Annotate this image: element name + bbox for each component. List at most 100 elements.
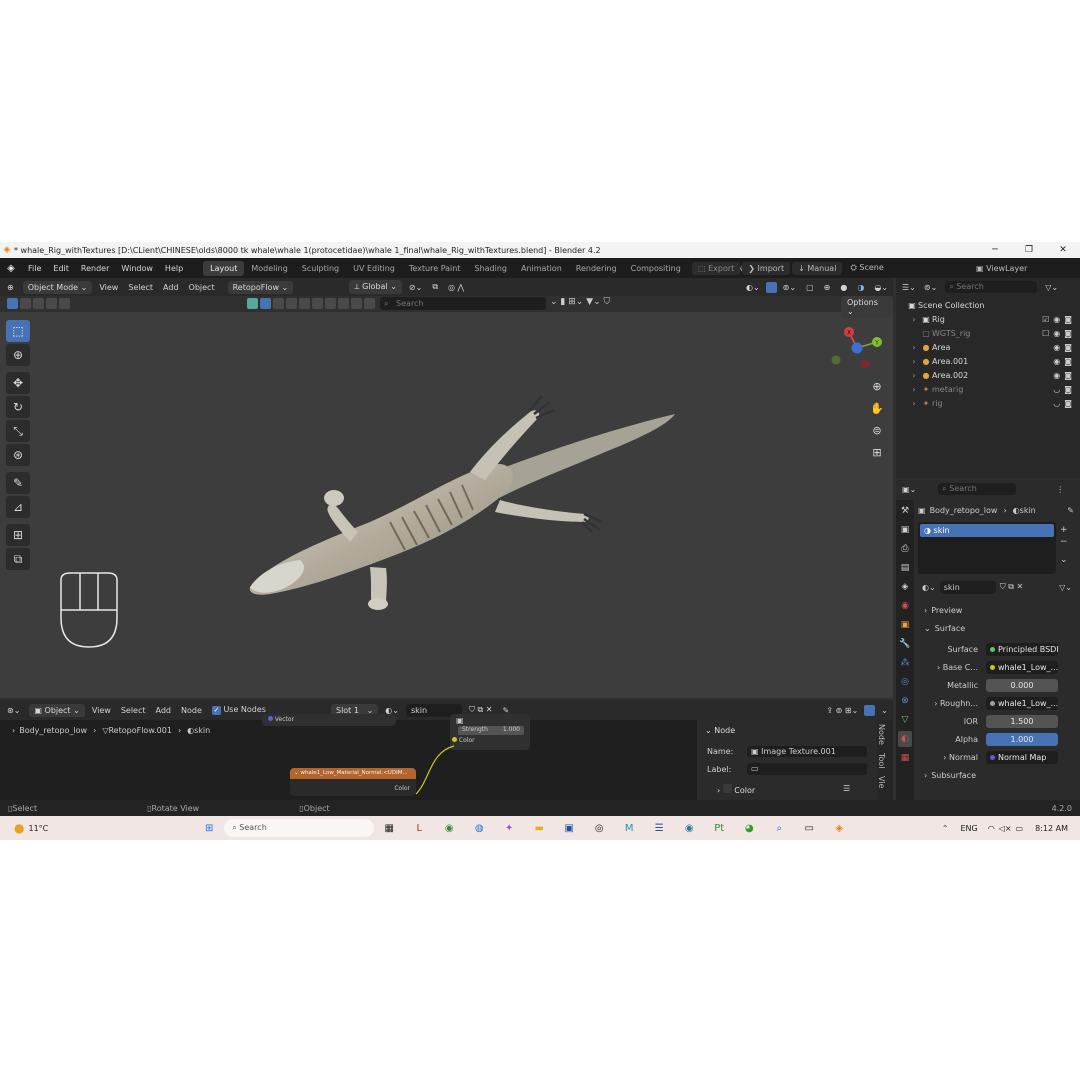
viewport-menu-view[interactable]: View [94,283,123,292]
surface-section[interactable]: ⌄ Surface [914,620,1080,636]
wechat-icon[interactable]: ◕ [738,819,760,837]
weather-temperature[interactable]: 11°C [28,824,48,833]
world-tab-icon[interactable]: ◉ [898,598,912,614]
image-texture-node[interactable]: ⌄ whale1_Low_Material_Normal.<UDIM... Co… [290,768,416,796]
node-label-field[interactable]: ▭ [747,763,867,775]
maya-icon[interactable]: M [618,819,640,837]
material-datablock-field[interactable]: skin [939,580,996,594]
shading-material-icon[interactable]: ◑ [852,283,869,292]
object-tab-icon[interactable]: ▣ [898,617,912,633]
expand-chevron-icon[interactable]: › [908,357,920,366]
expand-chevron-icon[interactable]: › [908,399,920,408]
property-field[interactable]: whale1_Low_... [986,660,1058,674]
node-editor-type-icon[interactable]: ⊛⌄ [2,703,26,717]
weather-icon[interactable]: ● [14,821,24,835]
node-overlay-icons[interactable]: ⇪ ⊚ ⊞⌄ [821,706,863,715]
tab-tool[interactable]: Tool [877,749,886,773]
outliner-search-input[interactable]: ⌕ Search [945,281,1038,293]
list-icon[interactable]: ☰ [843,784,850,793]
gizmo-neg-x-axis[interactable] [860,359,870,369]
texture-color-output[interactable]: Color [394,785,410,792]
retopo-strokes-icon[interactable] [286,298,297,309]
particles-tab-icon[interactable]: ⁂ [898,655,912,671]
steam-icon[interactable]: ◎ [588,819,610,837]
slot-buttons[interactable]: + − ⌄ [1060,524,1068,566]
workspace-tab-sculpting[interactable]: Sculpting [295,261,346,276]
select-box-tool[interactable]: ⬚ [6,320,30,342]
view-layer-tab-icon[interactable]: ▤ [898,560,912,576]
property-field[interactable]: 1.000 [986,732,1058,746]
outliner-row-wgts-rig[interactable]: ▢ WGTS_rig ☐◉◙ [896,326,1080,340]
pin-icon[interactable]: ✎ [1067,506,1080,515]
workspace-tab-shading[interactable]: Shading [467,261,514,276]
visibility-icon[interactable]: ◐⌄ [741,283,765,292]
globe-icon[interactable]: ◉ [678,819,700,837]
visibility-icons[interactable]: ◉◙ [1053,371,1076,380]
workspace-tab-animation[interactable]: Animation [514,261,569,276]
material-tab-icon[interactable]: ◐ [898,731,912,747]
expand-chevron-icon[interactable]: › [908,315,920,324]
slot-menu-button[interactable]: ⌄ [1060,554,1068,566]
scene-selector[interactable]: ⛭ Scene [844,261,889,275]
outliner-row-area-002[interactable]: › ● Area.002 ◉◙ [896,368,1080,382]
expand-chevron-icon[interactable]: › [908,371,920,380]
outliner-row-area-001[interactable]: › ● Area.001 ◉◙ [896,354,1080,368]
retopo-patches-icon[interactable] [299,298,310,309]
rotate-tool[interactable]: ↻ [6,396,30,418]
visibility-icons[interactable]: ☑◉◙ [1042,315,1076,324]
material-actions-icons[interactable]: ⛉ ⧉ ✕ [1000,582,1024,592]
scale-tool[interactable]: ⤡ [6,420,30,442]
annotate-tool[interactable]: ✎ [6,472,30,494]
tab-node[interactable]: Node [877,720,886,749]
gizmo-toggle-icon[interactable] [765,281,777,293]
shading-wireframe-icon[interactable]: ⊕ [819,283,836,292]
image-texture-header[interactable]: ⌄ whale1_Low_Material_Normal.<UDIM... [290,768,416,779]
node-menu-select[interactable]: Select [116,706,151,715]
editor-type-icon[interactable]: ⊕ [2,280,19,294]
select-subtract-icon[interactable] [33,298,44,309]
use-nodes-checkbox[interactable]: ✓ Use Nodes [207,705,271,715]
retopo-loops-icon[interactable] [338,298,349,309]
viewport-search-input[interactable]: ⌕ Search [380,297,546,310]
strength-field[interactable]: Strength 1.000 [458,726,524,735]
proportional-edit-icon[interactable]: ◎ ⋀ [443,283,469,292]
viewport-menu-object[interactable]: Object [184,283,220,292]
visibility-icons[interactable]: ◉◙ [1053,343,1076,352]
outliner-type-icon[interactable]: ☰⌄ [902,283,916,292]
outliner-row-metarig[interactable]: › ✦ metarig ◡◙ [896,382,1080,396]
menu-edit[interactable]: Edit [47,264,75,273]
node-section-header[interactable]: ⌄ Node [705,726,735,735]
selection-mode-icons[interactable] [6,298,71,311]
workspace-tab-rendering[interactable]: Rendering [569,261,624,276]
retopoflow-menu[interactable]: RetopoFlow ⌄ [227,280,294,294]
export-button[interactable]: ⬚ Export [692,261,741,275]
property-field[interactable]: Normal Map [986,750,1058,764]
select-invert-icon[interactable] [46,298,57,309]
render-tab-icon[interactable]: ▣ [898,522,912,538]
normal-map-node[interactable]: ▣ Strength 1.000 Color [450,714,530,750]
retopo-relax-icon[interactable] [364,298,375,309]
viewlayer-selector[interactable]: ▣ ViewLayer [970,262,1033,275]
gizmo-z-axis[interactable] [851,342,863,354]
measure-tool[interactable]: ⊿ [6,496,30,518]
retopoflow-tools[interactable] [246,298,376,311]
physics-tab-icon[interactable]: ◎ [898,674,912,690]
node-menu-add[interactable]: Add [151,706,177,715]
options-button[interactable]: Options ⌄ [841,296,893,318]
outliner-row-rig-collection[interactable]: › ▣ Rig ☑◉◙ [896,312,1080,326]
3d-viewport[interactable]: Options ⌄ ⬚ ⊕ ✥ ↻ ⤡ ⊛ ✎ ⊿ ⊞ ⧉ X Y ⊕ ✋ ⊜ … [0,296,893,698]
maximize-button[interactable]: ❐ [1012,245,1046,255]
breadcrumb-material[interactable]: skin [194,726,210,735]
chrome-icon[interactable]: ◉ [438,819,460,837]
transform-tool[interactable]: ⊛ [6,444,30,466]
copilot-icon[interactable]: ✦ [498,819,520,837]
data-tab-icon[interactable]: ▽ [898,712,912,728]
mode-selector[interactable]: Object Mode ⌄ [22,280,93,294]
retopo-addon-icon[interactable] [247,298,258,309]
expand-chevron-icon[interactable]: › [908,343,920,352]
workspace-tab-modeling[interactable]: Modeling [244,261,294,276]
select-new-icon[interactable] [7,298,18,309]
property-field[interactable]: 0.000 [986,678,1058,692]
blender-menu-icon[interactable]: ◈ [0,263,22,274]
battery-icon[interactable]: ▭ [1016,824,1024,833]
